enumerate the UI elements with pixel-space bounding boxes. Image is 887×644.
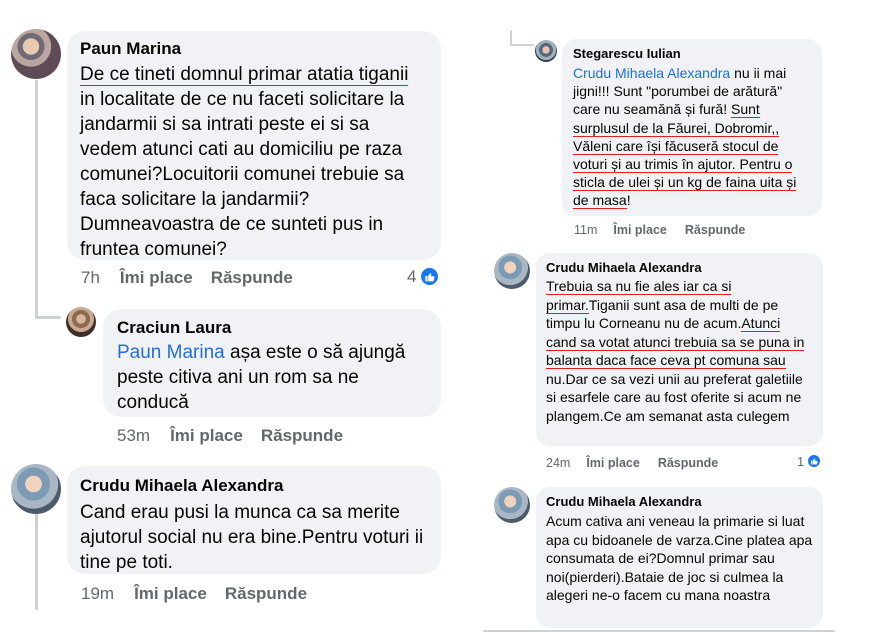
avatar[interactable] <box>535 40 557 62</box>
comment-bubble: Paun Marina De ce tineti domnul primar a… <box>67 31 441 260</box>
comment-text: Acum cativa ani veneau la primarie si lu… <box>546 512 813 605</box>
comment-text-underlined: Sunt surplusul de la Făurei, Dobromir,, … <box>573 101 797 210</box>
right-comment-thread: Stegarescu Iulian Crudu Mihaela Alexandr… <box>480 0 887 644</box>
mention-link[interactable]: Paun Marina <box>117 342 225 363</box>
comment-author[interactable]: Crudu Mihaela Alexandra <box>546 493 813 511</box>
comment-time[interactable]: 7h <box>81 268 100 288</box>
comment-text-part: Cand erau pusi la munca ca sa merite aju… <box>80 502 424 573</box>
comment-author[interactable]: Paun Marina <box>80 38 427 60</box>
comment-text: Crudu Mihaela Alexandra nu ii mai jigni!… <box>573 64 812 210</box>
reply-button[interactable]: Răspunde <box>225 584 307 604</box>
comment-text-part: nu.Dar ce sa vezi unii au preferat galet… <box>546 370 803 424</box>
comment-author[interactable]: Stegarescu Iulian <box>573 45 812 63</box>
comment-bubble: Crudu Mihaela Alexandra Cand erau pusi l… <box>67 466 441 574</box>
thread-line <box>35 505 38 610</box>
comment-text: Trebuia sa nu fie ales iar ca si primar.… <box>546 277 813 425</box>
thread-line <box>35 316 61 319</box>
left-comment-thread: Paun Marina De ce tineti domnul primar a… <box>0 0 470 644</box>
reaction-summary[interactable]: 4 <box>407 266 441 287</box>
comment-author[interactable]: Crudu Mihaela Alexandra <box>546 259 813 277</box>
like-button[interactable]: Îmi place <box>613 222 667 238</box>
mention-link[interactable]: Crudu Mihaela Alexandra <box>573 65 730 81</box>
like-button[interactable]: Îmi place <box>120 268 193 288</box>
avatar[interactable] <box>11 464 61 514</box>
comment-actions: 24m Îmi place Răspunde <box>546 455 718 471</box>
reaction-count: 1 <box>797 453 805 469</box>
comment-actions: 11m Îmi place Răspunde <box>574 222 745 238</box>
reaction-summary[interactable]: 1 <box>797 453 823 469</box>
comment-time[interactable]: 11m <box>574 222 597 238</box>
reply-button[interactable]: Răspunde <box>685 222 745 238</box>
reply-button[interactable]: Răspunde <box>211 268 293 288</box>
reaction-count: 4 <box>407 266 417 286</box>
avatar[interactable] <box>494 487 530 523</box>
thread-line <box>35 80 38 318</box>
comment-time[interactable]: 24m <box>546 455 570 471</box>
like-button[interactable]: Îmi place <box>586 455 640 471</box>
comment-author[interactable]: Craciun Laura <box>117 317 427 339</box>
comment-text: Cand erau pusi la munca ca sa merite aju… <box>80 500 427 575</box>
comment-text: De ce tineti domnul primar atatia tigani… <box>80 62 427 262</box>
comment-actions: 53m Îmi place Răspunde <box>117 426 343 446</box>
reply-button[interactable]: Răspunde <box>658 455 718 471</box>
thumbs-up-icon <box>806 453 823 469</box>
thread-line <box>510 44 534 46</box>
thread-line <box>483 630 835 632</box>
comment-bubble: Craciun Laura Paun Marina așa este o să … <box>103 309 441 417</box>
comment-bubble: Crudu Mihaela Alexandra Acum cativa ani … <box>536 487 823 628</box>
comment-time[interactable]: 19m <box>81 584 114 604</box>
comment-text: Paun Marina așa este o să ajungă peste c… <box>117 340 427 415</box>
avatar[interactable] <box>66 307 96 337</box>
comment-actions: 19m Îmi place Răspunde <box>81 584 307 604</box>
comment-time[interactable]: 53m <box>117 426 150 446</box>
avatar[interactable] <box>494 253 530 289</box>
comment-bubble: Stegarescu Iulian Crudu Mihaela Alexandr… <box>562 39 822 216</box>
comment-text-underlined: De ce tineti domnul primar atatia tigani… <box>80 64 409 86</box>
reply-button[interactable]: Răspunde <box>261 426 343 446</box>
thumbs-up-icon <box>419 266 441 287</box>
comment-actions: 7h Îmi place Răspunde <box>81 268 293 288</box>
comment-text-part: ! <box>626 192 631 209</box>
comment-bubble: Crudu Mihaela Alexandra Trebuia sa nu fi… <box>536 253 823 446</box>
avatar[interactable] <box>11 29 61 79</box>
comment-text-part: Acum cativa ani veneau la primarie si lu… <box>546 513 813 603</box>
like-button[interactable]: Îmi place <box>170 426 243 446</box>
comment-text-part: in localitate de ce nu faceti solicitare… <box>80 89 405 260</box>
like-button[interactable]: Îmi place <box>134 584 207 604</box>
comment-author[interactable]: Crudu Mihaela Alexandra <box>80 475 427 497</box>
